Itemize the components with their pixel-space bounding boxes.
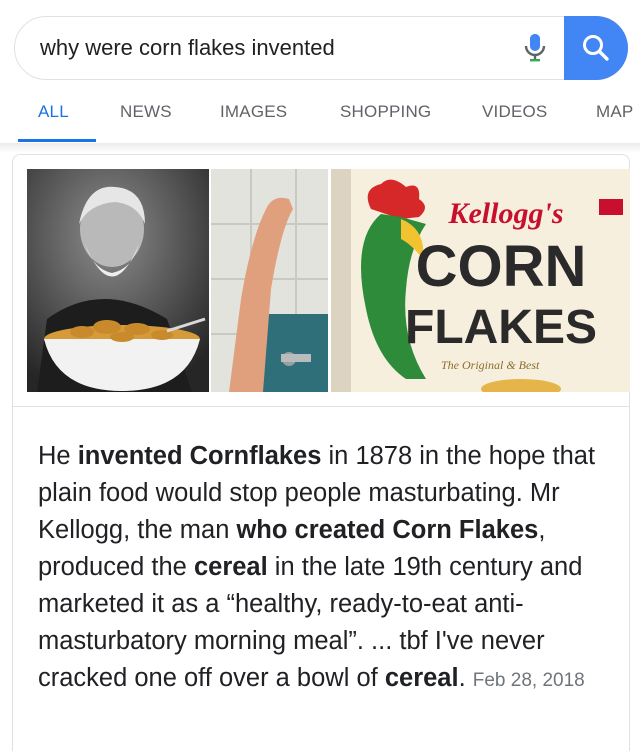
search-tabs: ALL NEWS IMAGES SHOPPING VIDEOS MAP	[0, 100, 640, 144]
active-tab-indicator	[18, 139, 96, 142]
tab-videos[interactable]: VIDEOS	[482, 102, 547, 122]
search-bar: why were corn flakes invented	[14, 16, 628, 80]
snippet-bold: cereal	[384, 664, 459, 692]
cereal-box-illustration: Kellogg's CORN FLAKES The Original & Bes…	[331, 169, 630, 392]
box-brand-text: Kellogg's	[447, 197, 563, 230]
portrait-illustration	[27, 169, 209, 392]
kellogg-portrait-image[interactable]	[27, 169, 209, 392]
snippet-part: .	[458, 664, 473, 692]
tab-shopping[interactable]: SHOPPING	[340, 102, 431, 122]
corn-flakes-box-image[interactable]: Kellogg's CORN FLAKES The Original & Bes…	[331, 169, 630, 392]
snippet-text: He invented Cornflakes in 1878 in the ho…	[38, 438, 608, 699]
tabs-shadow	[0, 143, 640, 153]
microphone-icon[interactable]	[521, 32, 549, 64]
arm-tiles-image[interactable]	[211, 169, 328, 392]
tab-all[interactable]: ALL	[38, 102, 69, 122]
snippet-bold: cereal	[193, 553, 268, 581]
search-button[interactable]	[564, 16, 628, 80]
tab-news[interactable]: NEWS	[120, 102, 172, 122]
search-input[interactable]: why were corn flakes invented	[40, 35, 335, 61]
box-line1-text: CORN	[416, 234, 587, 299]
box-tagline-text: The Original & Best	[441, 358, 540, 372]
arm-illustration	[211, 169, 328, 392]
snippet-bold: invented Cornflakes	[77, 442, 322, 470]
image-divider	[12, 406, 630, 407]
search-icon	[583, 35, 609, 61]
snippet-date: Feb 28, 2018	[472, 670, 585, 691]
tab-images[interactable]: IMAGES	[220, 102, 287, 122]
snippet-part: He	[38, 442, 78, 470]
snippet-bold: who created Corn Flakes	[236, 516, 539, 544]
box-line2-text: FLAKES	[405, 301, 597, 354]
tab-maps[interactable]: MAP	[596, 102, 633, 122]
